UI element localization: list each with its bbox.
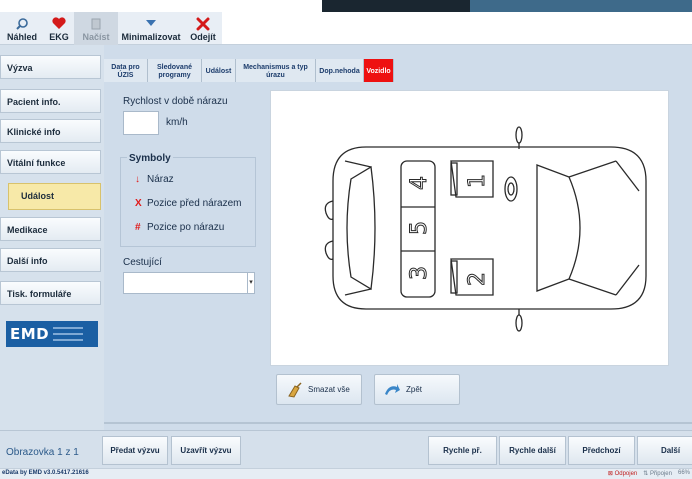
front-windshield <box>536 164 581 292</box>
cross-mark-icon: X <box>135 198 142 209</box>
main-panel: Data pro ÚZIS Sledované programy Událost… <box>104 45 692 430</box>
quick-next-button[interactable]: Rychle další <box>499 436 566 465</box>
previous-button[interactable]: Předchozí <box>568 436 635 465</box>
symbol-before: X Pozice před nárazem <box>135 198 242 209</box>
close-call-button[interactable]: Uzavřít výzvu <box>171 436 241 465</box>
tab-data-pro-uzis[interactable]: Data pro ÚZIS <box>104 59 148 82</box>
ekg-label: EKG <box>49 32 69 42</box>
passenger-label: Cestující <box>123 257 162 268</box>
connect-label: Připojen <box>649 471 672 477</box>
toolbar-spacer <box>222 12 692 44</box>
next-button[interactable]: Další <box>637 436 692 465</box>
passenger-select[interactable]: ▾ <box>123 272 255 294</box>
magnifier-icon <box>15 17 29 32</box>
preview-label: Náhled <box>6 32 37 42</box>
load-label: Načíst <box>82 32 110 42</box>
tab-bar: Data pro ÚZIS Sledované programy Událost… <box>104 59 394 82</box>
sidebar-item-tisk-formulare[interactable]: Tisk. formuláře <box>0 281 101 305</box>
seat-label-3: 3 <box>407 266 432 280</box>
vehicle-diagram[interactable]: 1 2 3 4 5 <box>270 90 669 366</box>
quick-previous-button[interactable]: Rychle př. <box>428 436 497 465</box>
close-icon <box>196 17 210 32</box>
clear-all-button[interactable]: Smazat vše <box>276 374 362 405</box>
clear-all-label: Smazat vše <box>308 385 350 394</box>
hash-mark-icon: # <box>135 222 141 233</box>
back-button[interactable]: Zpět <box>374 374 460 405</box>
emd-logo-text: EMD <box>10 325 50 343</box>
symbols-legend: Symboly ↓ Náraz X Pozice před nárazem # … <box>120 153 256 247</box>
symbol-after: # Pozice po nárazu <box>135 222 224 233</box>
load-button[interactable]: Načíst <box>74 12 118 45</box>
background-window-blue <box>470 0 692 12</box>
status-bar: eData by EMD v3.0.5417.21616 ⊠ Odpojen ⇅… <box>0 468 692 479</box>
main-toolbar: Náhled EKG Načíst Minimalizovat Odejít <box>0 12 692 45</box>
back-label: Zpět <box>406 385 423 394</box>
speed-input[interactable] <box>123 111 159 135</box>
sidebar-item-vitalni-funkce[interactable]: Vitální funkce <box>0 150 101 174</box>
zoom-level: 66% <box>677 470 690 476</box>
symbol-after-label: Pozice po nárazu <box>147 222 225 233</box>
tab-sledovane-programy[interactable]: Sledované programy <box>148 59 202 82</box>
sidebar-item-udalost[interactable]: Událost <box>8 183 101 210</box>
seat-label-5: 5 <box>407 221 432 235</box>
sidebar-item-medikace[interactable]: Medikace <box>0 217 101 241</box>
exit-button[interactable]: Odejít <box>184 12 222 45</box>
broom-icon <box>288 381 302 398</box>
main-divider <box>104 422 692 424</box>
emd-logo: EMD <box>6 321 98 347</box>
symbol-before-label: Pozice před nárazem <box>147 198 242 209</box>
preview-button[interactable]: Náhled <box>0 12 44 45</box>
sidebar-item-vyzva[interactable]: Výzva <box>0 55 101 79</box>
seat-label-2: 2 <box>465 272 490 286</box>
symbols-title: Symboly <box>127 153 173 164</box>
sidebar-item-klinicke-info[interactable]: Klinické info <box>0 119 101 143</box>
status-indicators: ⊠ Odpojen ⇅ Připojen 66% <box>608 470 690 477</box>
speed-label: Rychlost v době nárazu <box>123 96 228 107</box>
seat-label-1: 1 <box>465 174 490 188</box>
sidebar: Výzva Pacient info. Klinické info Vitáln… <box>0 45 104 430</box>
tab-vozidlo[interactable]: Vozidlo <box>364 59 394 82</box>
symbol-impact: ↓ Náraz <box>135 174 174 185</box>
rear-windshield <box>346 165 376 291</box>
disconnect-status[interactable]: ⊠ Odpojen <box>608 470 637 477</box>
version-text: eData by EMD v3.0.5417.21616 <box>2 470 89 476</box>
screen-indicator: Obrazovka 1 z 1 <box>6 447 79 458</box>
dropdown-arrow-icon[interactable]: ▾ <box>247 273 254 293</box>
symbol-impact-label: Náraz <box>147 174 174 185</box>
sidebar-item-pacient-info[interactable]: Pacient info. <box>0 89 101 113</box>
load-icon <box>89 17 103 32</box>
car-top-view: 1 2 3 4 5 <box>324 126 647 332</box>
seat-label-4: 4 <box>407 176 432 190</box>
minimize-arrow-icon <box>144 17 158 32</box>
tab-udalost[interactable]: Událost <box>202 59 236 82</box>
speed-unit: km/h <box>166 117 188 128</box>
exit-label: Odejít <box>190 32 216 42</box>
undo-arrow-icon <box>385 383 400 395</box>
bottom-navigation: Obrazovka 1 z 1 Předat výzvu Uzavřít výz… <box>0 430 692 468</box>
ekg-button[interactable]: EKG <box>44 12 74 45</box>
heart-icon <box>52 17 66 32</box>
sidebar-item-dalsi-info[interactable]: Další info <box>0 248 101 272</box>
disconnect-label: Odpojen <box>614 471 638 477</box>
connect-status[interactable]: ⇅ Připojen <box>643 470 672 477</box>
emd-logo-subtext <box>53 327 84 341</box>
minimize-button[interactable]: Minimalizovat <box>118 12 184 45</box>
tab-dop-nehoda[interactable]: Dop.nehoda <box>316 59 364 82</box>
impact-arrow-icon: ↓ <box>135 174 140 185</box>
hand-over-call-button[interactable]: Předat výzvu <box>102 436 168 465</box>
tab-mechanismus-a-typ-urazu[interactable]: Mechanismus a typ úrazu <box>236 59 316 82</box>
minimize-label: Minimalizovat <box>121 32 181 42</box>
